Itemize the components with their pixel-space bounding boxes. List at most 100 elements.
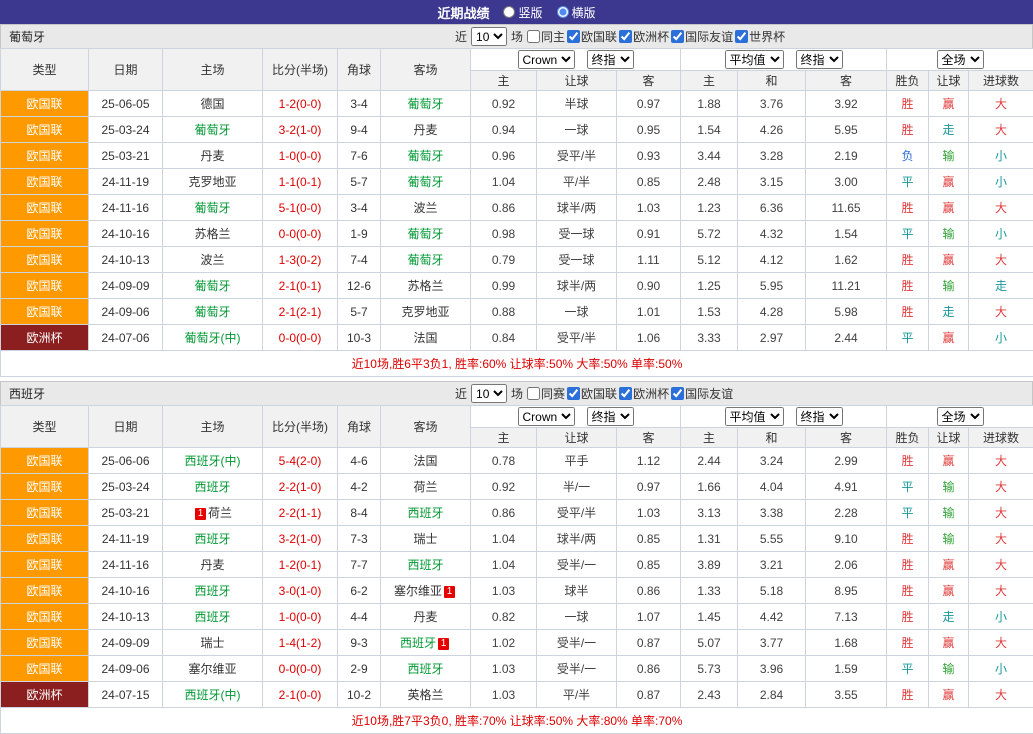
away-team: 葡萄牙 [381,247,471,273]
header-select[interactable]: 全场 [937,50,984,69]
away-odds: 0.87 [617,630,681,656]
team-header: 葡萄牙近10场同主欧国联欧洲杯国际友谊世界杯 [0,24,1033,48]
league-filter-0[interactable]: 欧国联 [567,28,617,45]
table-row: 欧国联24-09-09葡萄牙2-1(0-1)12-6苏格兰0.99球半/两0.9… [1,273,1033,299]
same-filter-checkbox[interactable] [527,387,540,400]
avg-draw-odds: 3.28 [738,143,806,169]
match-type: 欧国联 [1,273,89,299]
avg-draw-odds: 4.12 [738,247,806,273]
team-label: 西班牙 [194,532,230,546]
home-team: 葡萄牙 [163,299,263,325]
match-score: 2-2(1-0) [263,474,338,500]
goals-flag: 小 [969,325,1033,351]
goals-flag: 大 [969,526,1033,552]
away-team: 葡萄牙 [381,169,471,195]
league-filter-2-checkbox[interactable] [671,30,684,43]
home-odds: 1.04 [471,169,537,195]
filter-bar: 近10场同赛欧国联欧洲杯国际友谊 [453,382,733,405]
away-team: 塞尔维亚1 [381,578,471,604]
layout-vertical-option[interactable]: 竖版 [503,4,542,21]
header-select[interactable]: 终指 [796,50,843,69]
layout-horizontal-option[interactable]: 横版 [557,4,596,21]
league-filter-3-checkbox[interactable] [735,30,748,43]
handicap-result-flag: 赢 [929,91,969,117]
avg-draw-odds: 3.21 [738,552,806,578]
away-team: 丹麦 [381,117,471,143]
handicap-result-flag: 赢 [929,247,969,273]
corner-count: 7-7 [338,552,381,578]
horizontal-radio[interactable] [557,6,569,18]
team-label: 葡萄牙 [194,279,230,293]
avg-away-odds: 5.98 [806,299,887,325]
match-count-select[interactable]: 10 [471,27,507,46]
table-row: 欧国联24-11-19克罗地亚1-1(0-1)5-7葡萄牙1.04平/半0.85… [1,169,1033,195]
same-filter[interactable]: 同主 [527,28,565,45]
league-filter-1[interactable]: 欧洲杯 [619,385,669,402]
header-select[interactable]: 终指 [587,407,634,426]
away-odds: 1.03 [617,195,681,221]
goals-flag: 小 [969,169,1033,195]
home-team: 葡萄牙 [163,273,263,299]
away-odds: 0.91 [617,221,681,247]
team-label: 塞尔维亚 [188,662,236,676]
league-filter-2-label: 国际友谊 [685,385,733,402]
handicap-result-flag: 赢 [929,448,969,474]
same-filter-checkbox[interactable] [527,30,540,43]
team-label: 英格兰 [407,688,443,702]
games-label: 场 [511,385,523,402]
avg-draw-odds: 2.97 [738,325,806,351]
league-filter-1-checkbox[interactable] [619,387,632,400]
header-select[interactable]: 终指 [796,407,843,426]
team-label: 荷兰 [208,506,232,520]
handicap-result-flag: 输 [929,474,969,500]
league-filter-1[interactable]: 欧洲杯 [619,28,669,45]
match-score: 5-1(0-0) [263,195,338,221]
match-score: 0-0(0-0) [263,656,338,682]
same-filter[interactable]: 同赛 [527,385,565,402]
column-subheader: 让球 [537,428,617,448]
header-select[interactable]: 平均值 [725,50,784,69]
column-subheader: 胜负 [887,71,929,91]
league-filter-2[interactable]: 国际友谊 [671,385,733,402]
handicap-result-flag: 赢 [929,630,969,656]
vertical-radio[interactable] [503,6,515,18]
corner-count: 7-3 [338,526,381,552]
corner-count: 10-3 [338,325,381,351]
header-select[interactable]: 全场 [937,407,984,426]
handicap-line: 半球 [537,91,617,117]
match-count-select[interactable]: 10 [471,384,507,403]
away-odds: 1.11 [617,247,681,273]
league-filter-0-checkbox[interactable] [567,30,580,43]
handicap-result-flag: 输 [929,143,969,169]
league-filter-2[interactable]: 国际友谊 [671,28,733,45]
league-filter-3[interactable]: 世界杯 [735,28,785,45]
home-team: 西班牙 [163,474,263,500]
team-label: 法国 [413,454,437,468]
match-type: 欧国联 [1,656,89,682]
avg-draw-odds: 6.36 [738,195,806,221]
team-label: 荷兰 [413,480,437,494]
match-score: 1-2(0-1) [263,552,338,578]
vertical-label: 竖版 [518,4,542,21]
match-type: 欧洲杯 [1,682,89,708]
header-select[interactable]: Crown [518,407,575,426]
team-name: 西班牙 [9,385,45,402]
league-filter-3-label: 世界杯 [749,28,785,45]
league-filter-0-checkbox[interactable] [567,387,580,400]
league-filter-0[interactable]: 欧国联 [567,385,617,402]
result-flag: 胜 [887,630,929,656]
avg-home-odds: 1.54 [681,117,738,143]
league-filter-0-label: 欧国联 [581,385,617,402]
away-odds: 0.86 [617,578,681,604]
header-select[interactable]: 平均值 [725,407,784,426]
column-header: 客场 [381,49,471,91]
goals-flag: 大 [969,91,1033,117]
league-filter-1-checkbox[interactable] [619,30,632,43]
same-filter-label: 同赛 [541,385,565,402]
column-subheader: 让球 [929,71,969,91]
home-odds: 1.02 [471,630,537,656]
table-row: 欧国联25-03-21丹麦1-0(0-0)7-6葡萄牙0.96受平/半0.933… [1,143,1033,169]
header-select[interactable]: 终指 [587,50,634,69]
header-select[interactable]: Crown [518,50,575,69]
league-filter-2-checkbox[interactable] [671,387,684,400]
